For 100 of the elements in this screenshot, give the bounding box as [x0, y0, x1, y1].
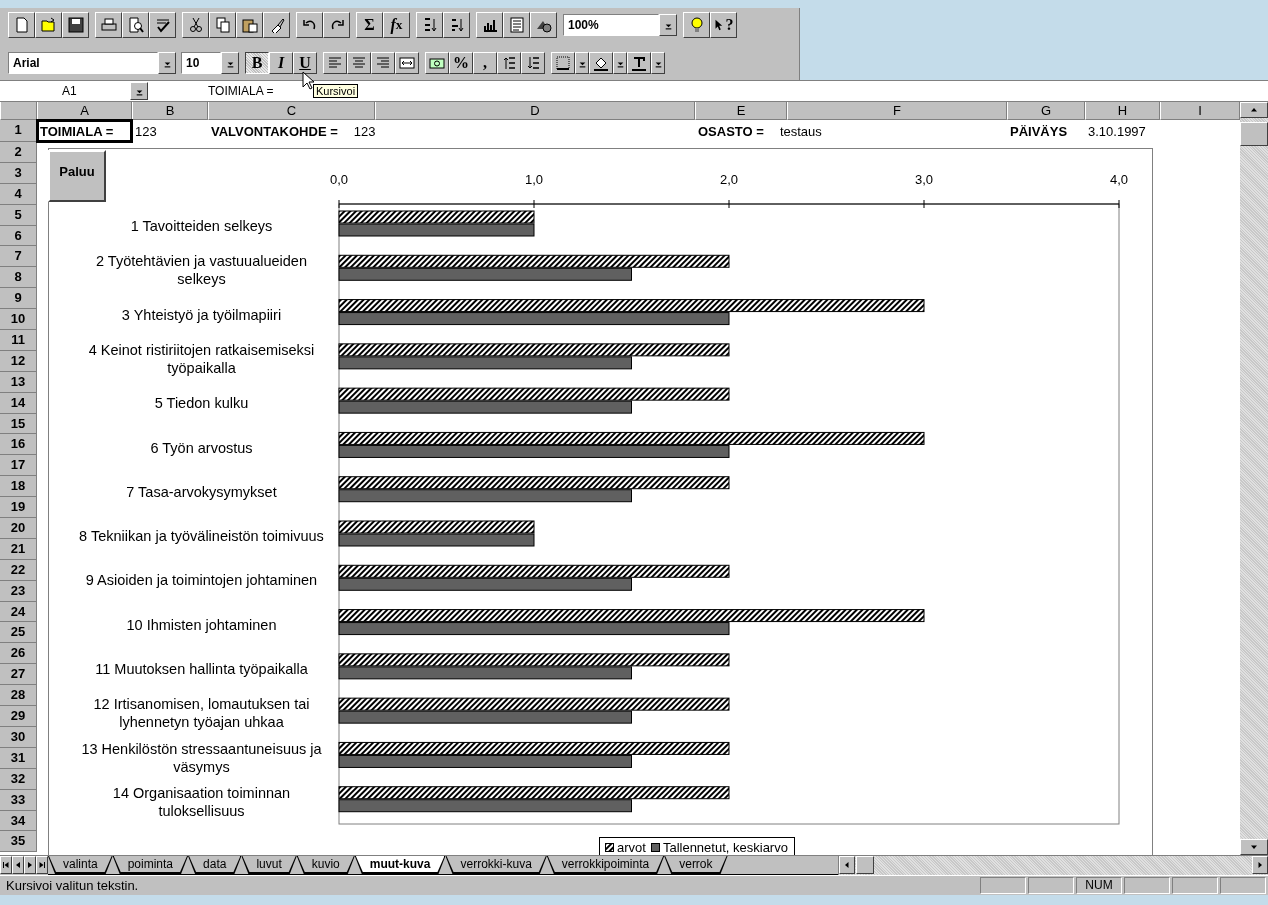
row-header[interactable]: 5	[0, 204, 37, 226]
row-header[interactable]: 27	[0, 664, 37, 686]
italic-button[interactable]: I	[269, 52, 293, 74]
last-sheet-button[interactable]	[36, 856, 48, 874]
sheet-tab[interactable]: poiminta	[113, 856, 188, 872]
font-size-dropdown-button[interactable]	[221, 52, 239, 74]
merge-center-button[interactable]	[395, 52, 419, 74]
format-painter-button[interactable]	[263, 12, 290, 38]
back-button[interactable]: Paluu	[48, 150, 106, 202]
row-header[interactable]: 18	[0, 476, 37, 498]
help-button[interactable]: ?	[710, 12, 737, 38]
toolbar-button[interactable]: Σ	[356, 12, 383, 38]
bold-button[interactable]: B	[245, 52, 269, 74]
column-header[interactable]: E	[695, 102, 787, 120]
row-header[interactable]: 34	[0, 810, 37, 832]
underline-button[interactable]: U	[293, 52, 317, 74]
redo-button[interactable]	[323, 12, 350, 38]
decrease-decimal-button[interactable]	[521, 52, 545, 74]
undo-button[interactable]	[296, 12, 323, 38]
row-header[interactable]: 6	[0, 225, 37, 247]
row-header[interactable]: 4	[0, 183, 37, 205]
row-header[interactable]: 28	[0, 685, 37, 707]
new-button[interactable]	[8, 12, 35, 38]
row-header[interactable]: 10	[0, 309, 37, 330]
toolbar-button[interactable]: %	[449, 52, 473, 74]
row-header[interactable]: 1	[0, 120, 37, 142]
row-header[interactable]: 8	[0, 267, 37, 289]
scroll-right-button[interactable]	[1252, 856, 1268, 874]
sheet-tab[interactable]: verrokki-kuva	[446, 856, 546, 872]
first-sheet-button[interactable]	[0, 856, 12, 874]
row-header[interactable]: 30	[0, 726, 37, 748]
row-header[interactable]: 24	[0, 601, 37, 623]
spelling-button[interactable]	[149, 12, 176, 38]
scroll-down-button[interactable]	[1240, 839, 1268, 855]
row-header[interactable]: 13	[0, 371, 37, 393]
row-header[interactable]: 14	[0, 392, 37, 414]
font-color-button[interactable]	[627, 52, 651, 74]
dropdown-button[interactable]	[613, 52, 627, 74]
scroll-left-button[interactable]	[839, 856, 855, 874]
cut-button[interactable]	[182, 12, 209, 38]
row-header[interactable]: 15	[0, 413, 37, 435]
row-header[interactable]: 20	[0, 518, 37, 539]
dropdown-button[interactable]	[575, 52, 589, 74]
drawing-button[interactable]	[530, 12, 557, 38]
sort-descending-button[interactable]	[443, 12, 470, 38]
row-header[interactable]: 26	[0, 643, 37, 665]
fill-color-button[interactable]	[589, 52, 613, 74]
align-right-button[interactable]	[371, 52, 395, 74]
sheet-tab[interactable]: kuvio	[297, 856, 354, 872]
borders-button[interactable]	[551, 52, 575, 74]
row-header[interactable]: 19	[0, 497, 37, 519]
dropdown-button[interactable]	[651, 52, 665, 74]
paste-button[interactable]	[236, 12, 263, 38]
column-header[interactable]: A	[37, 102, 132, 120]
currency-button[interactable]	[425, 52, 449, 74]
row-header[interactable]: 25	[0, 622, 37, 644]
open-button[interactable]	[35, 12, 62, 38]
next-sheet-button[interactable]	[24, 856, 36, 874]
toolbar-button[interactable]: ,	[473, 52, 497, 74]
row-header[interactable]: 29	[0, 706, 37, 727]
active-cell[interactable]: TOIMIALA =	[37, 120, 132, 142]
row-header[interactable]: 17	[0, 455, 37, 477]
column-header[interactable]: G	[1007, 102, 1085, 120]
sort-ascending-button[interactable]	[416, 12, 443, 38]
scroll-thumb[interactable]	[1240, 122, 1268, 146]
text-box-button[interactable]	[503, 12, 530, 38]
name-box-dropdown-button[interactable]	[130, 82, 148, 100]
font-field[interactable]: Arial	[8, 52, 158, 74]
scroll-up-button[interactable]	[1240, 102, 1268, 118]
copy-button[interactable]	[209, 12, 236, 38]
font-dropdown-button[interactable]	[158, 52, 176, 74]
previous-sheet-button[interactable]	[12, 856, 24, 874]
row-header[interactable]: 9	[0, 288, 37, 310]
sheet-tab[interactable]: valinta	[49, 856, 112, 872]
row-header[interactable]: 33	[0, 789, 37, 811]
sheet-tab[interactable]: verrokkipoiminta	[547, 856, 664, 872]
row-header[interactable]: 22	[0, 559, 37, 581]
tip-button[interactable]	[683, 12, 710, 38]
column-header[interactable]: C	[208, 102, 375, 120]
scroll-thumb[interactable]	[856, 856, 874, 874]
row-header[interactable]: 31	[0, 747, 37, 769]
row-header[interactable]: 2	[0, 142, 37, 163]
row-header[interactable]: 16	[0, 434, 37, 456]
save-button[interactable]	[62, 12, 89, 38]
zoom-field[interactable]: 100%	[563, 14, 659, 36]
row-header[interactable]: 11	[0, 330, 37, 351]
chart-wizard-button[interactable]	[476, 12, 503, 38]
horizontal-scrollbar[interactable]	[838, 856, 1268, 875]
row-header[interactable]: 35	[0, 831, 37, 853]
sheet-tab[interactable]: verrok	[665, 856, 727, 872]
column-header[interactable]: H	[1085, 102, 1160, 120]
column-header[interactable]: D	[375, 102, 695, 120]
vertical-scrollbar[interactable]	[1240, 102, 1268, 855]
name-box[interactable]: A1	[0, 84, 130, 98]
sheet-tab[interactable]: data	[189, 856, 241, 872]
print-preview-button[interactable]	[122, 12, 149, 38]
sheet-tab[interactable]: luvut	[242, 856, 296, 872]
increase-decimal-button[interactable]	[497, 52, 521, 74]
zoom-dropdown-button[interactable]	[659, 14, 677, 36]
row-header[interactable]: 32	[0, 768, 37, 790]
